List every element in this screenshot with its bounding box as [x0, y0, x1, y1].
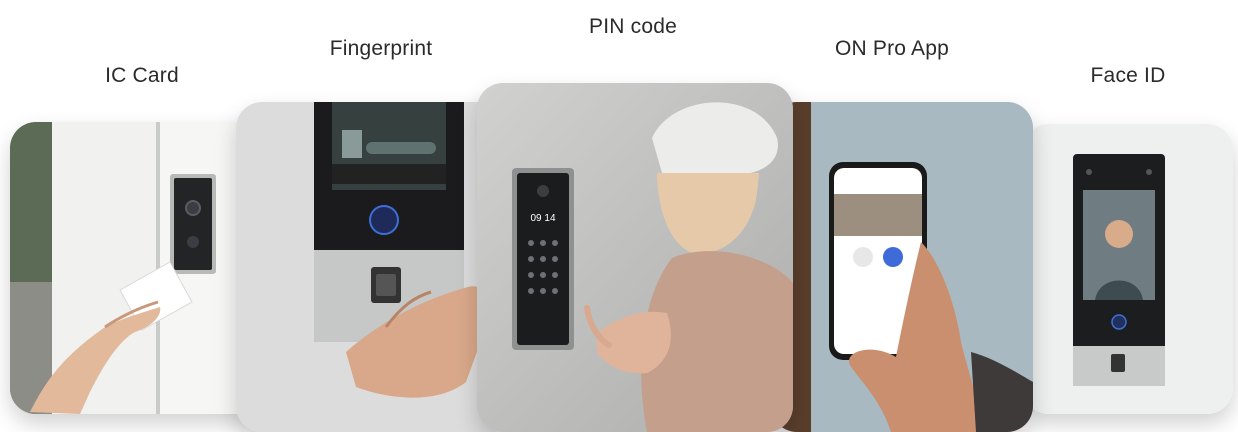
ic-card-label: IC Card [105, 64, 179, 87]
app-scene [771, 102, 1033, 432]
face-id-scene [1023, 124, 1233, 414]
face-id-label: Face ID [1090, 64, 1166, 87]
on-pro-app-label: ON Pro App [834, 37, 950, 60]
keypad-time: 09 14 [530, 213, 555, 224]
pin-code-label: PIN code [589, 15, 677, 38]
pin-code-photo: 09 14 [477, 83, 793, 432]
pin-code-scene: 09 14 [477, 83, 793, 432]
face-id-photo [1023, 124, 1233, 414]
fingerprint-label: Fingerprint [329, 37, 433, 60]
on-pro-app-photo [771, 102, 1033, 432]
